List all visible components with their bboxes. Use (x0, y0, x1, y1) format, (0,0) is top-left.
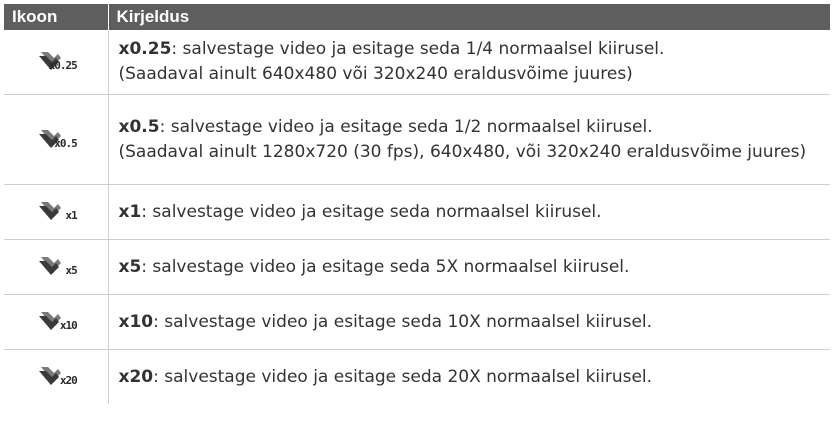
fast-motion-x5-icon: x5 (38, 254, 78, 280)
icon-cell: x1 (4, 184, 109, 240)
mode-description: : salvestage video ja esitage seda 1/2 n… (159, 116, 653, 137)
mode-description: : salvestage video ja esitage seda 5X no… (141, 256, 630, 277)
description-cell: x5: salvestage video ja esitage seda 5X … (108, 239, 830, 295)
header-description-column: Kirjeldus (108, 4, 830, 30)
table-header-row: Ikoon Kirjeldus (4, 4, 830, 30)
availability-note: (Saadaval ainult 1280x720 (30 fps), 640x… (118, 141, 807, 162)
mode-description: : salvestage video ja esitage seda 10X n… (153, 311, 653, 332)
icon-cell: x10 (4, 294, 109, 350)
mode-description: : salvestage video ja esitage seda 20X n… (153, 366, 653, 387)
mode-name: x20 (118, 366, 154, 387)
mode-name: x0.5 (118, 116, 160, 137)
icon-cell: x0.25 (4, 30, 109, 95)
mode-name: x0.25 (118, 39, 172, 59)
table-row: x1 x1: salvestage video ja esitage seda … (4, 184, 830, 240)
table-row: x20 x20: salvestage video ja esitage sed… (4, 349, 830, 405)
mode-name: x10 (118, 311, 154, 332)
table-row: x5 x5: salvestage video ja esitage seda … (4, 239, 830, 295)
slow-motion-x0.25-icon: x0.25 (38, 49, 78, 75)
description-cell: x0.25: salvestage video ja esitage seda … (108, 30, 830, 95)
icon-cell: x20 (4, 349, 109, 404)
description-cell: x20: salvestage video ja esitage seda 20… (108, 350, 830, 405)
availability-note: (Saadaval ainult 640x480 või 320x240 era… (118, 64, 633, 84)
fast-motion-x20-icon: x20 (38, 364, 78, 390)
description-cell: x1: salvestage video ja esitage seda nor… (108, 184, 830, 240)
table-row: x0.25 x0.25: salvestage video ja esitage… (4, 30, 830, 95)
icon-cell: x5 (4, 239, 109, 295)
mode-name: x1 (118, 201, 142, 222)
mode-description: : salvestage video ja esitage seda norma… (141, 201, 602, 222)
fast-motion-x10-icon: x10 (38, 309, 78, 335)
movie-speed-table: Ikoon Kirjeldus x0.25 x0.25: salvestage … (4, 4, 830, 404)
mode-description: : salvestage video ja esitage seda 1/4 n… (171, 39, 665, 59)
slow-motion-x0.5-icon: x0.5 (38, 127, 78, 153)
icon-cell: x0.5 (4, 94, 109, 185)
table-row: x10 x10: salvestage video ja esitage sed… (4, 294, 830, 350)
description-cell: x10: salvestage video ja esitage seda 10… (108, 294, 830, 350)
speed-x1-icon: x1 (38, 199, 78, 225)
header-icon-column: Ikoon (4, 4, 109, 30)
mode-name: x5 (118, 256, 142, 277)
description-cell: x0.5: salvestage video ja esitage seda 1… (108, 94, 830, 185)
table-row: x0.5 x0.5: salvestage video ja esitage s… (4, 94, 830, 185)
